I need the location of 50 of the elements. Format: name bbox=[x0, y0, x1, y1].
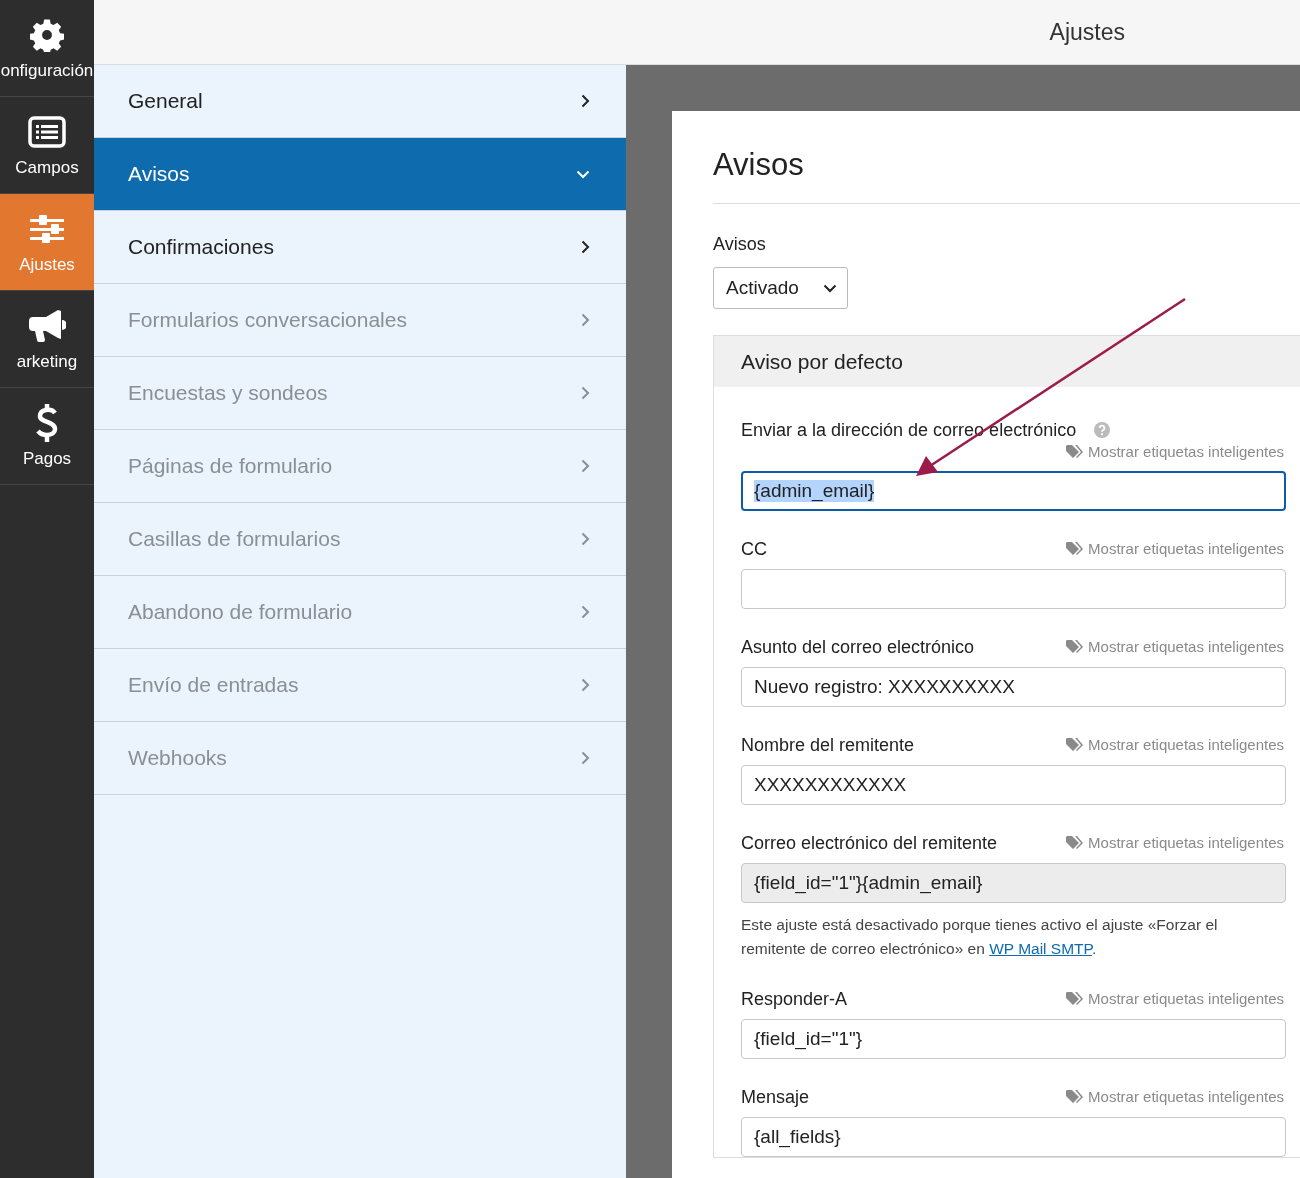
chevron-right-icon bbox=[581, 605, 590, 619]
chevron-right-icon bbox=[581, 532, 590, 546]
chevron-right-icon bbox=[581, 313, 590, 327]
tag-icon bbox=[1066, 1090, 1084, 1104]
smart-tags-link[interactable]: Mostrar etiquetas inteligentes bbox=[1066, 1086, 1286, 1108]
tag-icon bbox=[1066, 445, 1084, 459]
text-field[interactable]: {all_fields} bbox=[741, 1117, 1286, 1157]
rail-item[interactable]: Ajustes bbox=[0, 194, 94, 291]
tag-icon bbox=[1066, 542, 1084, 556]
chevron-down-icon bbox=[576, 169, 590, 179]
tag-icon bbox=[1066, 738, 1084, 752]
text-field[interactable]: Nuevo registro: XXXXXXXXXX bbox=[741, 667, 1286, 707]
sliders-icon bbox=[30, 213, 64, 245]
field-label: Avisos bbox=[713, 234, 767, 255]
text-field[interactable]: {field_id="1"} bbox=[741, 1019, 1286, 1059]
chevron-right-icon bbox=[581, 386, 590, 400]
smart-tags-link[interactable]: Mostrar etiquetas inteligentes bbox=[1066, 636, 1286, 658]
field-label: Asunto del correo electrónico bbox=[741, 636, 975, 658]
chevron-right-icon bbox=[581, 751, 590, 765]
text-field[interactable]: XXXXXXXXXXXX bbox=[741, 765, 1286, 805]
text-field[interactable]: {admin_email} bbox=[741, 471, 1286, 511]
page-title: Ajustes bbox=[1049, 18, 1125, 46]
chevron-right-icon bbox=[581, 678, 590, 692]
panel-title: Aviso por defecto bbox=[714, 336, 1300, 387]
field-label: Enviar a la dirección de correo electrónico bbox=[741, 419, 1077, 441]
chevron-right-icon bbox=[581, 240, 590, 254]
tag-icon bbox=[1066, 640, 1084, 654]
smart-tags-link[interactable]: Mostrar etiquetas inteligentes bbox=[1066, 734, 1286, 756]
list-icon bbox=[28, 116, 66, 148]
megaphone-icon bbox=[28, 309, 66, 343]
field-label: Nombre del remitente bbox=[741, 734, 915, 756]
smart-tags-link[interactable]: Mostrar etiquetas inteligentes bbox=[1066, 538, 1286, 560]
gear-icon bbox=[30, 18, 64, 52]
field-label: Responder-A bbox=[741, 988, 848, 1010]
section-heading: Avisos bbox=[713, 147, 1300, 204]
status-dropdown[interactable]: Activado bbox=[713, 267, 848, 309]
text-field[interactable] bbox=[741, 569, 1286, 609]
section-tab[interactable]: Avisos bbox=[94, 138, 626, 211]
tag-icon bbox=[1066, 836, 1084, 850]
chevron-right-icon bbox=[581, 459, 590, 473]
chevron-right-icon bbox=[581, 94, 590, 108]
chevron-down-icon bbox=[822, 283, 837, 293]
tag-icon bbox=[1066, 992, 1084, 1006]
help-note: Este ajuste está desactivado porque tienes activo el ajuste «Forzar el remitente de correo electrónico» en WP Mail SMTP. bbox=[741, 915, 1219, 959]
smart-tags-link[interactable]: Mostrar etiquetas inteligentes bbox=[1066, 441, 1286, 463]
field-label: Mensaje bbox=[741, 1086, 810, 1108]
smart-tags-link[interactable]: Mostrar etiquetas inteligentes bbox=[1066, 988, 1286, 1010]
field-label: CC bbox=[741, 538, 767, 560]
dollar-icon bbox=[35, 403, 59, 443]
field-label: Correo electrónico del remitente bbox=[741, 832, 998, 854]
